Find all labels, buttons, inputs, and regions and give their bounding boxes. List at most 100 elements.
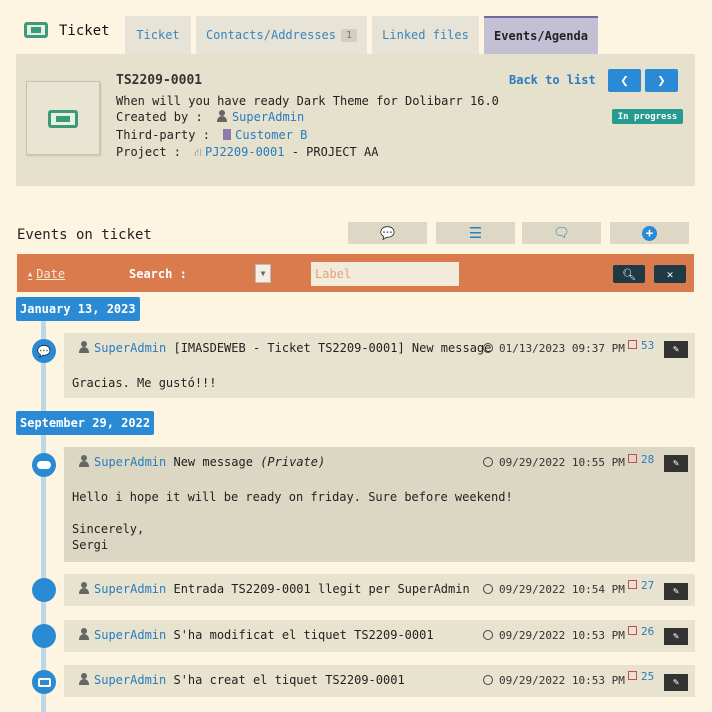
event-time-text: 09/29/2022 10:55 PM — [499, 456, 625, 469]
view-list-button[interactable]: ☰ — [436, 222, 515, 244]
previous-button[interactable]: ❮ — [608, 69, 641, 92]
edit-button[interactable]: ✎ — [664, 341, 688, 358]
ticket-icon — [32, 670, 56, 694]
user-link[interactable]: SuperAdmin — [94, 341, 166, 355]
next-button[interactable]: ❯ — [645, 69, 678, 92]
third-party-link[interactable]: Customer B — [235, 128, 307, 142]
ticket-ref: TS2209-0001 — [116, 73, 203, 88]
status-badge: In progress — [612, 109, 683, 124]
ticket-thumbnail — [26, 81, 100, 155]
calendar-icon — [628, 580, 637, 589]
user-icon — [78, 673, 90, 685]
date-label: Date — [36, 267, 66, 281]
tab-label: Events/Agenda — [494, 29, 588, 43]
pencil-icon: ✎ — [672, 458, 680, 469]
project-name: - PROJECT AA — [291, 145, 379, 159]
event-time: 09/29/2022 10:53 PM — [483, 629, 625, 642]
back-to-list-link[interactable]: Back to list — [509, 73, 596, 87]
user-link[interactable]: SuperAdmin — [94, 582, 166, 596]
date-badge: January 13, 2023 — [16, 297, 140, 321]
search-button[interactable]: 🔍︎ — [613, 265, 645, 283]
user-icon — [78, 628, 90, 640]
event-header: SuperAdmin Entrada TS2209-0001 llegit pe… — [78, 582, 470, 596]
event-body: Hello i hope it will be ready on friday.… — [72, 490, 513, 552]
add-message-button[interactable]: 🗨 — [522, 222, 601, 244]
pencil-icon: ✎ — [672, 344, 680, 355]
user-icon — [78, 455, 90, 467]
view-messages-button[interactable]: 💬 — [348, 222, 427, 244]
project-label: Project : — [116, 145, 182, 159]
event-label: Entrada TS2209-0001 llegit per SuperAdmi… — [173, 582, 470, 596]
mask-icon — [32, 453, 56, 477]
timeline-dot — [32, 578, 56, 602]
created-by-link[interactable]: SuperAdmin — [232, 110, 304, 124]
event-body: Gracias. Me gustó!!! — [72, 376, 217, 390]
edit-button[interactable]: ✎ — [664, 455, 688, 472]
event-id-text: 25 — [641, 670, 655, 683]
user-icon — [78, 582, 90, 594]
user-link[interactable]: SuperAdmin — [94, 455, 166, 469]
clock-icon — [483, 584, 493, 594]
tab-ticket[interactable]: Ticket — [125, 16, 191, 54]
event-id[interactable]: 26 — [628, 625, 654, 638]
timeline-item: SuperAdmin New message (Private) 09/29/2… — [64, 447, 695, 562]
search-icon: 🔍︎ — [622, 267, 636, 281]
ticket-subject: When will you have ready Dark Theme for … — [116, 94, 499, 108]
event-id[interactable]: 28 — [628, 453, 654, 466]
calendar-icon — [628, 454, 637, 463]
add-event-button[interactable]: + — [610, 222, 689, 244]
clear-filter-button[interactable]: ✕ — [654, 265, 686, 283]
timeline-item: SuperAdmin S'ha modificat el tiquet TS22… — [64, 620, 695, 652]
ticket-icon — [48, 110, 78, 128]
event-id[interactable]: 53 — [628, 339, 654, 352]
type-select[interactable]: ▼ — [255, 264, 271, 283]
event-header: SuperAdmin [IMASDEWEB - Ticket TS2209-00… — [78, 341, 491, 355]
event-label: New message — [173, 455, 253, 469]
tab-events-agenda[interactable]: Events/Agenda — [484, 16, 598, 54]
event-label: S'ha creat el tiquet TS2209-0001 — [173, 673, 405, 687]
tab-contacts[interactable]: Contacts/Addresses 1 — [196, 16, 367, 54]
label-search-input[interactable] — [311, 262, 459, 286]
event-time-text: 01/13/2023 09:37 PM — [499, 342, 625, 355]
count-badge: 1 — [341, 28, 358, 42]
project-icon: ⛙ — [194, 146, 202, 159]
event-id[interactable]: 27 — [628, 579, 654, 592]
event-id-text: 26 — [641, 625, 655, 638]
event-header: SuperAdmin S'ha modificat el tiquet TS22… — [78, 628, 434, 642]
event-time: 09/29/2022 10:53 PM — [483, 674, 625, 687]
event-id-text: 27 — [641, 579, 655, 592]
search-label: Search : — [129, 267, 187, 281]
edit-button[interactable]: ✎ — [664, 674, 688, 691]
event-time: 09/29/2022 10:55 PM — [483, 456, 625, 469]
calendar-icon — [628, 626, 637, 635]
created-by-row: Created by : SuperAdmin — [116, 110, 304, 124]
date-badge: September 29, 2022 — [16, 411, 155, 435]
tab-label: Ticket — [136, 28, 180, 42]
event-header: SuperAdmin New message (Private) — [78, 455, 325, 469]
edit-button[interactable]: ✎ — [664, 628, 688, 645]
section-title: Events on ticket — [17, 227, 152, 243]
clock-icon — [483, 630, 493, 640]
tab-linked-files[interactable]: Linked files — [372, 16, 479, 54]
project-link[interactable]: PJ2209-0001 — [205, 145, 284, 159]
user-link[interactable]: SuperAdmin — [94, 673, 166, 687]
private-label: (Private) — [260, 455, 326, 469]
tab-label: Linked files — [382, 28, 469, 42]
sort-up-icon: ▲ — [28, 270, 33, 278]
calendar-icon — [628, 671, 637, 680]
comment-dots-icon: 🗨 — [553, 225, 570, 241]
third-party-row: Third-party : Customer B — [116, 128, 307, 142]
pencil-icon: ✎ — [672, 631, 680, 642]
project-row: Project : ⛙ PJ2209-0001 - PROJECT AA — [116, 145, 378, 161]
event-id[interactable]: 25 — [628, 670, 654, 683]
third-party-label: Third-party : — [116, 128, 210, 142]
edit-button[interactable]: ✎ — [664, 583, 688, 600]
page-title: Ticket — [59, 23, 110, 39]
sort-by-date-link[interactable]: ▲ Date — [28, 267, 65, 281]
event-time-text: 09/29/2022 10:54 PM — [499, 583, 625, 596]
user-link[interactable]: SuperAdmin — [94, 628, 166, 642]
event-label: [IMASDEWEB - Ticket TS2209-0001] New mes… — [173, 341, 492, 355]
chevron-left-icon: ❮ — [620, 72, 629, 89]
event-time-text: 09/29/2022 10:53 PM — [499, 629, 625, 642]
list-icon: ☰ — [468, 224, 483, 242]
